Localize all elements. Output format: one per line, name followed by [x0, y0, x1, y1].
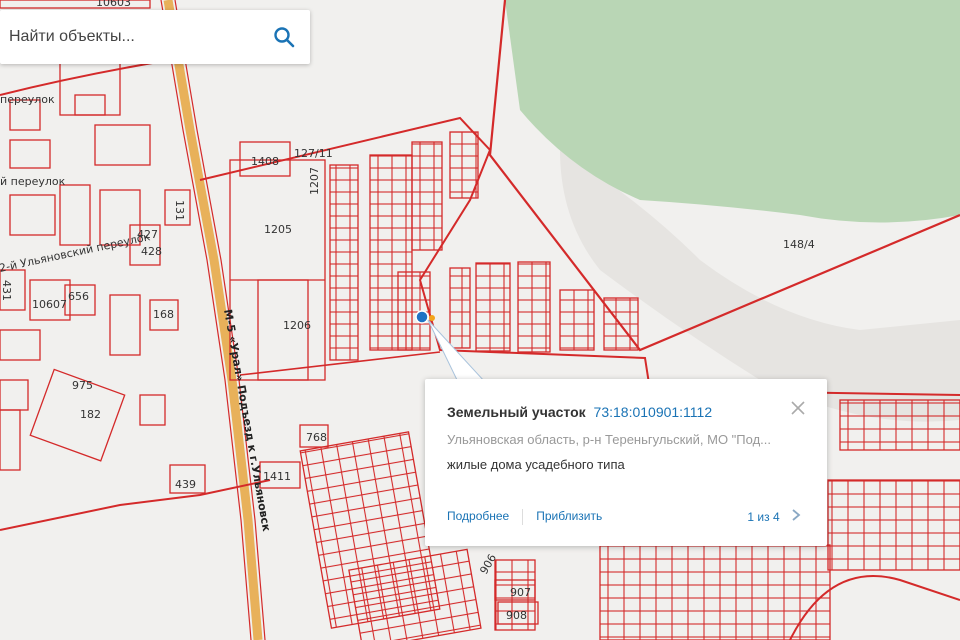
- search-icon[interactable]: [272, 25, 296, 49]
- map-label: 1206: [283, 319, 311, 332]
- map-label: 975: [72, 379, 93, 392]
- map-label: 182: [80, 408, 101, 421]
- map-label: 168: [153, 308, 174, 321]
- map-label: 768: [306, 431, 327, 444]
- map-label: 428: [141, 245, 162, 258]
- map-label: 908: [506, 609, 527, 622]
- map-label: 907: [510, 586, 531, 599]
- map-label: 1411: [263, 470, 291, 483]
- parcel-info-popup: Земельный участок 73:18:010901:1112 Улья…: [425, 379, 827, 546]
- map-label: й переулок: [0, 175, 66, 188]
- map-label: 148/4: [783, 238, 815, 251]
- details-link[interactable]: Подробнее: [447, 509, 509, 523]
- pager-count: 1 из 4: [747, 510, 780, 524]
- map-label: 439: [175, 478, 196, 491]
- popup-actions: Подробнее Приблизить: [447, 509, 602, 525]
- chevron-right-icon[interactable]: [791, 509, 801, 521]
- search-input[interactable]: [0, 10, 259, 64]
- cadastral-number-link[interactable]: 73:18:010901:1112: [594, 404, 713, 420]
- map-label: 127/11: [294, 147, 333, 160]
- popup-pager: 1 из 4: [747, 509, 801, 524]
- parcel-type-label: Земельный участок: [447, 404, 586, 420]
- map-label: 10607: [32, 298, 67, 311]
- orange-marker-icon: [429, 315, 435, 321]
- map-label: 656: [68, 290, 89, 303]
- search-panel: [0, 10, 310, 64]
- map-label: 1207: [308, 167, 321, 195]
- map-label: 1408: [251, 155, 279, 168]
- action-divider: [522, 509, 524, 525]
- parcel-description: жилые дома усадебного типа: [447, 457, 625, 472]
- map-label: 10603: [96, 0, 131, 9]
- map-label: 431: [0, 280, 13, 301]
- location-marker-icon[interactable]: [415, 310, 429, 324]
- close-icon[interactable]: [789, 399, 807, 417]
- zoom-link[interactable]: Приблизить: [536, 509, 602, 523]
- map-label: переулок: [0, 93, 55, 106]
- map-label: 1205: [264, 223, 292, 236]
- popup-title: Земельный участок 73:18:010901:1112: [447, 404, 712, 420]
- parcel-address: Ульяновская область, р-н Тереньгульский,…: [447, 432, 771, 447]
- map-label: 427: [137, 228, 158, 241]
- map-label: 131: [173, 200, 186, 221]
